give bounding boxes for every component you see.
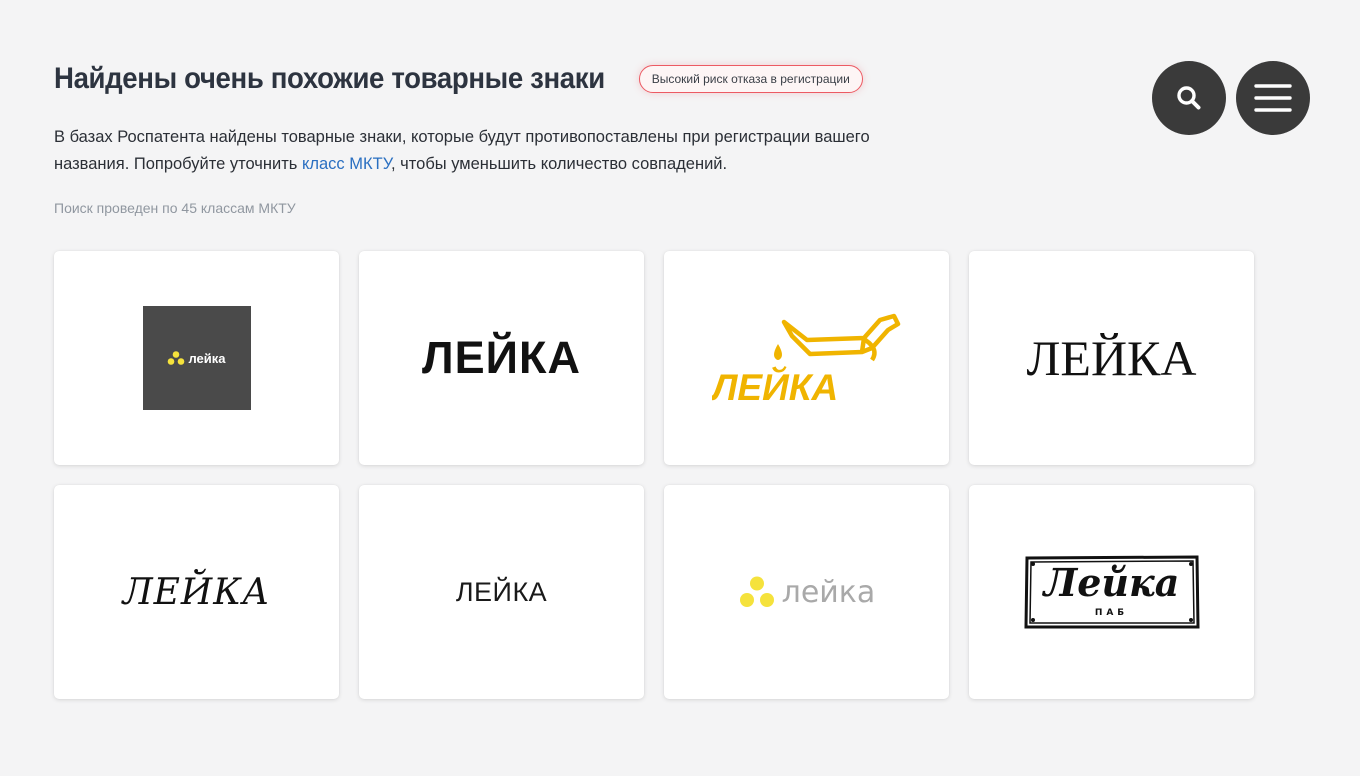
page-title: Найдены очень похожие товарные знаки: [54, 62, 605, 95]
search-button[interactable]: [1152, 61, 1226, 135]
trademark-subtext: ПАБ: [1094, 608, 1129, 618]
trademark-text: лейка: [188, 350, 226, 366]
trademark-logo: лейка: [142, 306, 251, 410]
trademark-card[interactable]: ЛЕЙКА: [359, 485, 644, 699]
trademark-card[interactable]: ЛЕЙКА: [664, 251, 949, 465]
trademark-text: ЛЕЙКА: [422, 332, 581, 383]
mktu-class-link[interactable]: класс МКТУ: [302, 155, 391, 173]
dot-cluster-icon: [739, 576, 774, 607]
risk-badge: Высокий риск отказа в регистрации: [638, 65, 863, 93]
trademark-text: ЛЕЙКА: [712, 366, 838, 408]
dot-cluster-icon: [168, 351, 185, 365]
trademark-logo: Лейка ПАБ: [1023, 554, 1201, 630]
description: В базах Роспатента найдены товарные знак…: [54, 124, 934, 178]
trademark-text: ЛЕЙКА: [455, 576, 548, 607]
search-note: Поиск проведен по 45 классам МКТУ: [54, 200, 296, 216]
trademark-text: ЛЕЙКА: [1026, 330, 1197, 386]
page: Найдены очень похожие товарные знаки Выс…: [0, 0, 1360, 776]
trademark-card[interactable]: ЛЕЙКА: [359, 251, 644, 465]
watering-can-logo: ЛЕЙКА: [712, 313, 900, 408]
trademark-text: ЛЕЙКА: [122, 571, 271, 613]
trademark-text: лейка: [781, 574, 876, 610]
trademark-logo: лейка: [738, 574, 876, 610]
trademark-card[interactable]: ЛЕЙКА: [54, 485, 339, 699]
trademark-grid: лейка ЛЕЙКА ЛЕЙКА ЛЕЙКА ЛЕЙКА ЛЕЙКА лейк…: [54, 251, 1254, 699]
hamburger-menu-icon: [1254, 84, 1292, 112]
trademark-card[interactable]: лейка: [664, 485, 949, 699]
trademark-text: Лейка: [1043, 560, 1180, 605]
menu-button[interactable]: [1236, 61, 1310, 135]
trademark-card[interactable]: Лейка ПАБ: [969, 485, 1254, 699]
title-row: Найдены очень похожие товарные знаки Выс…: [54, 62, 863, 96]
trademark-card[interactable]: ЛЕЙКА: [969, 251, 1254, 465]
search-icon: [1177, 86, 1201, 110]
description-text-2: , чтобы уменьшить количество совпадений.: [391, 155, 728, 173]
trademark-card[interactable]: лейка: [54, 251, 339, 465]
